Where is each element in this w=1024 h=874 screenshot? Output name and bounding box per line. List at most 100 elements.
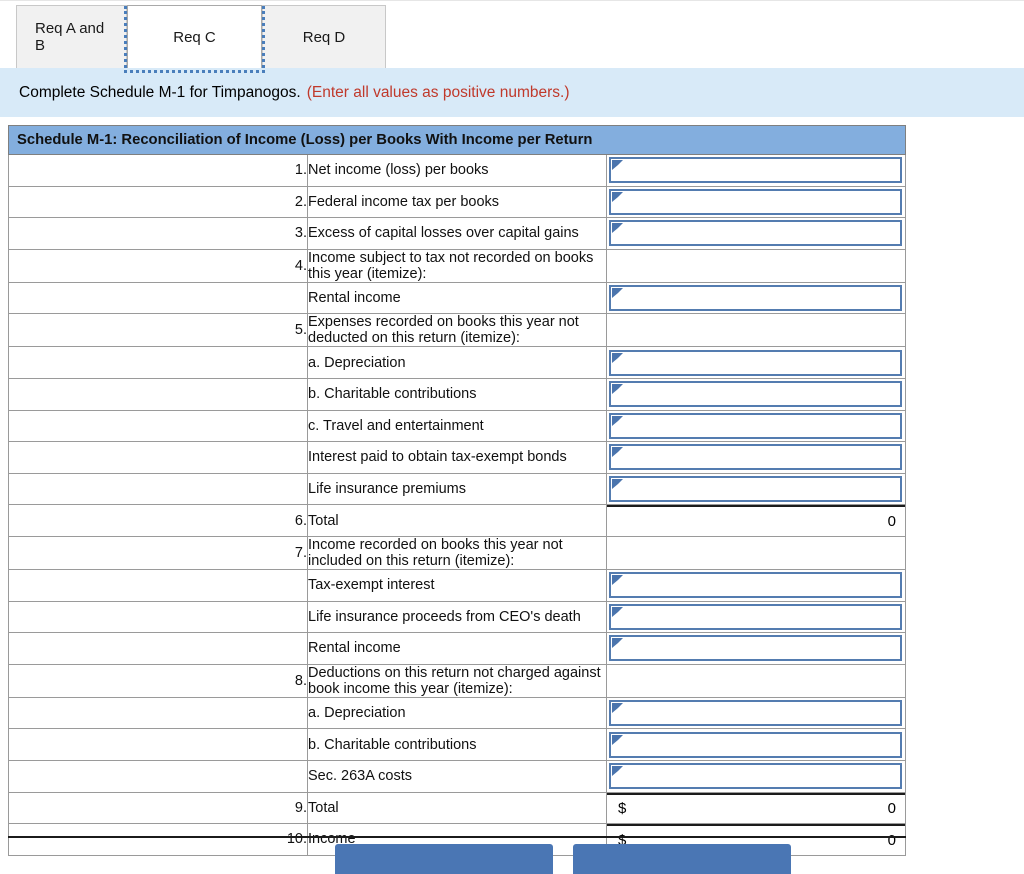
table-row: b. Charitable contributions [8, 728, 906, 761]
instruction-banner: Complete Schedule M-1 for Timpanogos. (E… [0, 68, 1024, 117]
table-row: a. Depreciation [8, 696, 906, 730]
row-value-cell [606, 281, 906, 315]
tab-strip: Req A and B Req C Req D [16, 5, 386, 73]
row-number: 8. [8, 663, 308, 698]
table-row: 7. Income recorded on books this year not… [8, 535, 906, 570]
row-value-cell [606, 472, 906, 506]
table-row: 6. Total 0 [8, 504, 906, 537]
table-row: Life insurance proceeds from CEO's death [8, 600, 906, 634]
row-number [8, 568, 308, 602]
amount-input[interactable] [609, 763, 902, 790]
row-description: Expenses recorded on books this year not… [307, 313, 607, 348]
table-row: a. Depreciation [8, 346, 906, 379]
amount-input[interactable] [609, 635, 902, 662]
row-description: Life insurance proceeds from CEO's death [307, 600, 607, 634]
table-row: 8. Deductions on this return not charged … [8, 663, 906, 698]
row-value-cell [606, 663, 906, 698]
row-value-cell [606, 696, 906, 730]
amount-input[interactable] [609, 188, 902, 215]
row-number [8, 696, 308, 730]
schedule-m1-table: Schedule M-1: Reconciliation of Income (… [8, 125, 906, 856]
row-number [8, 281, 308, 315]
row-description: Rental income [307, 281, 607, 315]
tab-req-d[interactable]: Req D [262, 5, 386, 68]
table-row: c. Travel and entertainment [8, 409, 906, 443]
row-value-cell [606, 185, 906, 219]
amount-input[interactable] [609, 603, 902, 630]
next-button[interactable] [573, 844, 791, 874]
table-row: b. Charitable contributions [8, 377, 906, 411]
table-row: Sec. 263A costs [8, 759, 906, 793]
row-description: Total [307, 504, 607, 537]
previous-button[interactable] [335, 844, 553, 874]
row-number [8, 632, 308, 665]
table-row: Rental income [8, 281, 906, 315]
amount-input[interactable] [609, 381, 902, 408]
row-description: Total [307, 792, 607, 825]
table-row: Rental income [8, 632, 906, 665]
table-row: 9. Total $0 [8, 792, 906, 825]
row-number: 9. [8, 792, 308, 825]
row-number [8, 759, 308, 793]
row-description: Income subject to tax not recorded on bo… [307, 248, 607, 283]
row-value-cell [606, 441, 906, 474]
row-value-cell [606, 728, 906, 761]
tab-label: Req A and B [35, 20, 105, 54]
row-value-cell [606, 632, 906, 665]
tab-req-a-and-b[interactable]: Req A and B [16, 5, 127, 68]
row-value-cell [606, 759, 906, 793]
table-row: 2. Federal income tax per books [8, 185, 906, 219]
row-number [8, 472, 308, 506]
row-number: 3. [8, 217, 308, 250]
computed-total: 0 [607, 505, 905, 536]
amount-input[interactable] [609, 476, 902, 503]
table-row: 1. Net income (loss) per books [8, 154, 906, 187]
amount-input[interactable] [609, 349, 902, 376]
row-value-cell [606, 217, 906, 250]
table-row: 5. Expenses recorded on books this year n… [8, 313, 906, 348]
row-number: 4. [8, 248, 308, 283]
row-description: Excess of capital losses over capital ga… [307, 217, 607, 250]
row-number [8, 346, 308, 379]
row-description: Federal income tax per books [307, 185, 607, 219]
row-number: 7. [8, 535, 308, 570]
row-number: 5. [8, 313, 308, 348]
row-description: Rental income [307, 632, 607, 665]
currency-symbol: $ [618, 800, 627, 818]
row-number [8, 441, 308, 474]
row-description: c. Travel and entertainment [307, 409, 607, 443]
amount-input[interactable] [609, 700, 902, 727]
row-number [8, 409, 308, 443]
amount-input[interactable] [609, 157, 902, 184]
row-value-cell: $0 [606, 792, 906, 825]
row-description: Tax-exempt interest [307, 568, 607, 602]
table-row: 4. Income subject to tax not recorded on … [8, 248, 906, 283]
row-value-cell [606, 600, 906, 634]
row-description: Life insurance premiums [307, 472, 607, 506]
row-description: Sec. 263A costs [307, 759, 607, 793]
row-description: a. Depreciation [307, 346, 607, 379]
row-number [8, 600, 308, 634]
amount-input[interactable] [609, 220, 902, 247]
amount-input[interactable] [609, 285, 902, 312]
row-description: Deductions on this return not charged ag… [307, 663, 607, 698]
amount-input[interactable] [609, 572, 902, 599]
row-value-cell [606, 346, 906, 379]
top-divider [0, 0, 1024, 1]
table-row: Tax-exempt interest [8, 568, 906, 602]
table-row: Life insurance premiums [8, 472, 906, 506]
final-double-rule [8, 836, 906, 838]
instruction-text: Complete Schedule M-1 for Timpanogos. [19, 83, 301, 101]
row-description: b. Charitable contributions [307, 728, 607, 761]
amount-input[interactable] [609, 444, 902, 471]
tab-req-c[interactable]: Req C [124, 5, 265, 73]
table-row: Interest paid to obtain tax-exempt bonds [8, 441, 906, 474]
amount-input[interactable] [609, 731, 902, 758]
row-number [8, 377, 308, 411]
row-value-cell [606, 154, 906, 187]
row-description: b. Charitable contributions [307, 377, 607, 411]
row-value-cell [606, 535, 906, 570]
row-number: 1. [8, 154, 308, 187]
schedule-title: Schedule M-1: Reconciliation of Income (… [8, 125, 906, 155]
amount-input[interactable] [609, 412, 902, 439]
